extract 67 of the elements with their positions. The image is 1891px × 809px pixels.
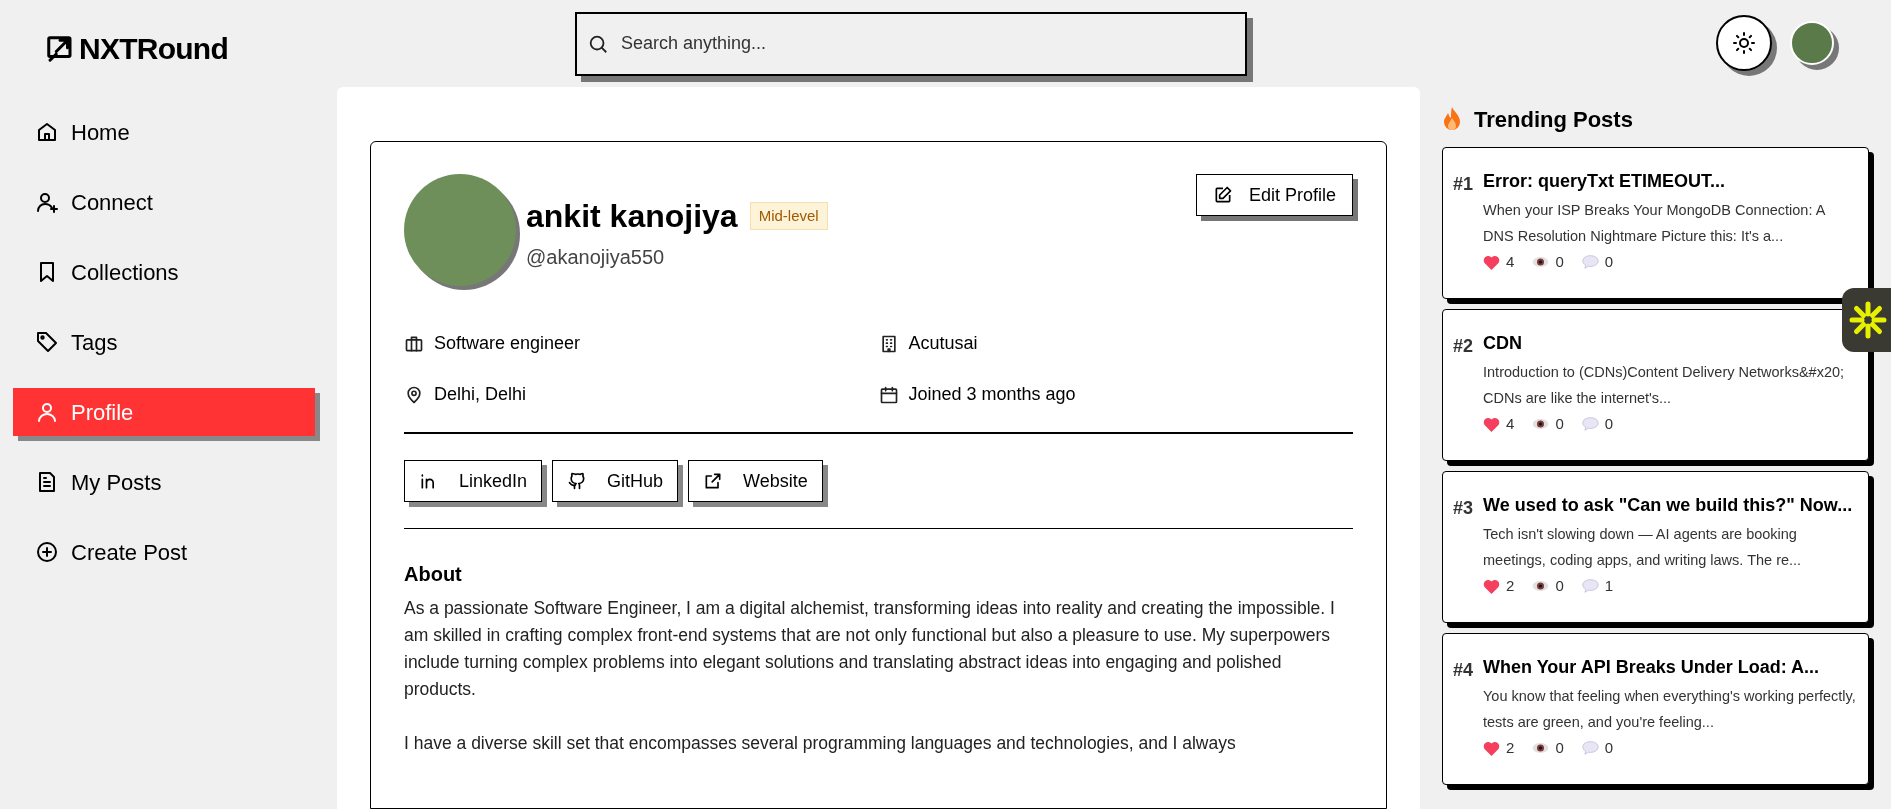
external-link-icon (703, 471, 724, 491)
section-heading: Trending Posts (1474, 105, 1633, 134)
profile-detail: Delhi, Delhi (434, 383, 527, 406)
comment-count: 1 (1604, 576, 1614, 596)
sidebar-item[interactable]: Connect (13, 178, 315, 226)
view-count: 0 (1555, 414, 1564, 434)
eye-icon (1532, 580, 1550, 593)
speech-bubble-icon (1581, 417, 1599, 432)
tag-icon (35, 330, 59, 354)
flame-icon (1442, 106, 1462, 132)
profile-detail: Acutusai (908, 332, 978, 355)
user-plus-icon (35, 190, 59, 214)
eye-icon (1532, 256, 1550, 269)
search-field[interactable]: Search anything... (575, 11, 1247, 76)
home-icon (35, 120, 59, 144)
profile-detail: Software engineer (434, 332, 581, 355)
about-paragraph: As a passionate Software Engineer, I am a digital alchemist, transforming ideas into reality and creating the impossible. I am skilled in crafting complex front-end systems that are not only functional but also a pleasure to use. My superpowers include turning complex problems into elegant solutions and translating abstract ideas into engaging and polished products. (404, 597, 1336, 701)
like-count: 4 (1506, 252, 1515, 272)
view-count: 0 (1555, 738, 1564, 758)
user-icon (35, 400, 59, 424)
location-pin-icon (404, 384, 424, 405)
profile-detail: Joined 3 months ago (908, 383, 1076, 406)
heart-icon (1483, 254, 1501, 270)
post-title: CDN (1483, 332, 1524, 355)
comment-count: 0 (1604, 738, 1614, 758)
post-rank: #1 (1453, 173, 1474, 196)
post-rank: #2 (1453, 335, 1474, 358)
heart-icon (1483, 416, 1501, 432)
sidebar-item[interactable]: Home (13, 108, 315, 156)
comment-count: 0 (1604, 252, 1614, 272)
heart-icon (1483, 740, 1501, 756)
sidebar-item[interactable]: Tags (13, 318, 315, 366)
about-paragraph: I have a diverse skill set that encompasses several programming languages and technologies, and I always (404, 732, 1237, 755)
post-rank: #3 (1453, 497, 1474, 520)
post-title: We used to ask "Can we build this?" Now... (1483, 494, 1854, 517)
like-count: 4 (1506, 414, 1515, 434)
post-title: When Your API Breaks Under Load: A... (1483, 656, 1821, 679)
post-rank: #4 (1453, 659, 1474, 682)
sparkle-icon (1848, 300, 1888, 340)
profile-handle: @akanojiya550 (526, 245, 666, 270)
view-count: 0 (1555, 252, 1564, 272)
eye-icon (1532, 742, 1550, 755)
section-heading: About (404, 562, 463, 587)
plus-circle-icon (35, 540, 59, 564)
view-count: 0 (1555, 576, 1564, 596)
comment-count: 0 (1604, 414, 1614, 434)
logo-text[interactable]: NXTRound (79, 26, 228, 71)
speech-bubble-icon (1581, 741, 1599, 756)
level-badge: Mid-level (749, 201, 828, 231)
speech-bubble-icon (1581, 579, 1599, 594)
sidebar-item[interactable]: My Posts (13, 458, 315, 506)
sun-icon (1732, 30, 1756, 55)
post-excerpt: When your ISP Breaks Your MongoDB Connection: A DNS Resolution Nightmare Picture this: It's a... (1483, 201, 1827, 246)
post-title: Error: queryTxt ETIMEOUT... (1483, 170, 1727, 193)
profile-name: ankit kanojiya (526, 197, 738, 236)
post-excerpt: Introduction to (CDNs)Content Delivery Networks&#x20; CDNs are like the internet's... (1483, 363, 1846, 408)
like-count: 2 (1506, 576, 1515, 596)
sidebar-item[interactable]: Create Post (13, 528, 315, 576)
sparkle-widget-button[interactable] (1842, 288, 1891, 352)
calendar-icon (878, 384, 899, 405)
speech-bubble-icon (1581, 255, 1599, 270)
like-count: 2 (1506, 738, 1515, 758)
heart-icon (1483, 578, 1501, 594)
post-excerpt: You know that feeling when everything's working perfectly, tests are green, and you're feeling... (1483, 687, 1857, 732)
sidebar-item[interactable]: Collections (13, 248, 315, 296)
post-excerpt: Tech isn't slowing down — AI agents are booking meetings, coding apps, and writing laws. The re... (1483, 525, 1803, 570)
eye-icon (1532, 418, 1550, 431)
